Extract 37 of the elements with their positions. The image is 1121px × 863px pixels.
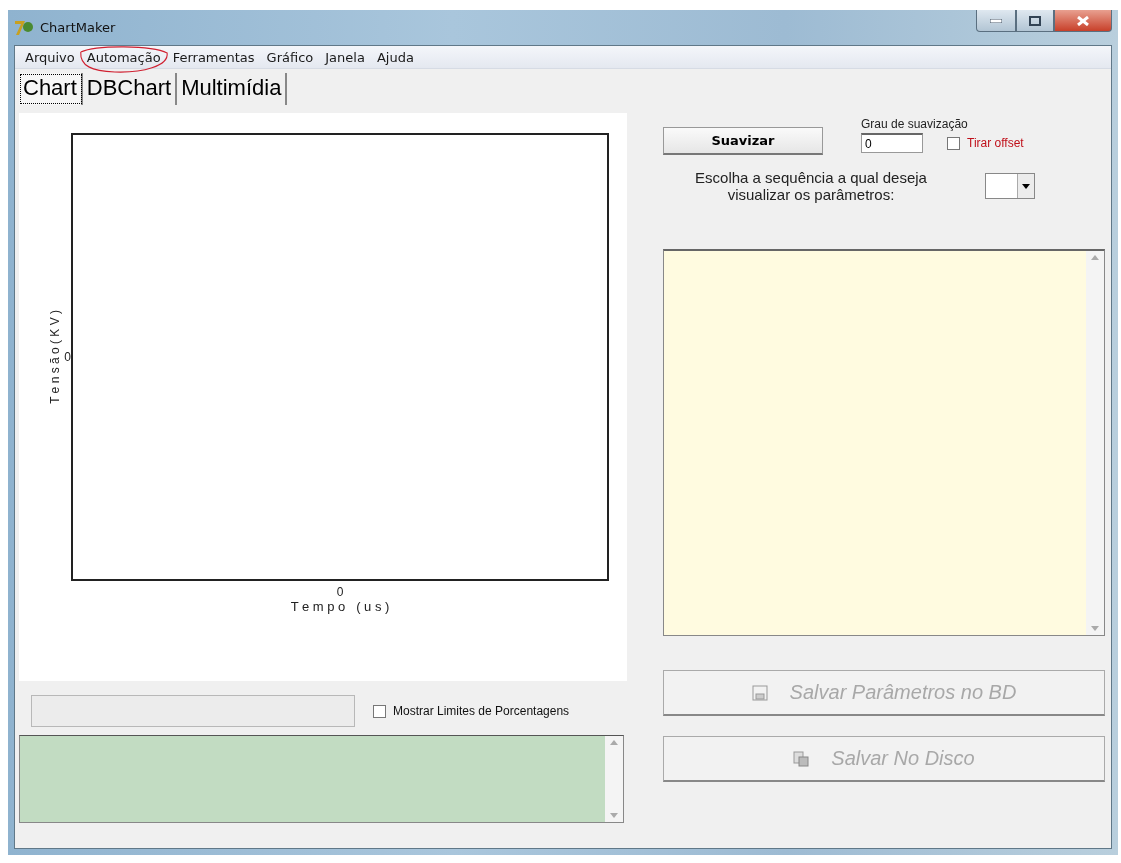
tab[interactable]: Chart bbox=[19, 73, 83, 105]
axis-title: T e n s ã o ( K V ) bbox=[48, 310, 63, 404]
percent-limits-checkbox[interactable]: Mostrar Limites de Porcentagens bbox=[373, 704, 570, 718]
tab[interactable]: Multimídia bbox=[177, 73, 288, 105]
offset-checkbox[interactable]: Tirar offset bbox=[947, 136, 1024, 150]
axis-tick-label: 0 bbox=[64, 350, 71, 364]
scrollbar[interactable] bbox=[605, 736, 623, 822]
scroll-down-icon[interactable] bbox=[1091, 626, 1099, 631]
axis-title: T e m p o ( u s ) bbox=[290, 599, 390, 614]
dropdown-arrow-icon bbox=[1022, 183, 1030, 189]
scroll-up-icon[interactable] bbox=[610, 740, 618, 745]
log-text-area[interactable] bbox=[19, 735, 624, 823]
menu-item[interactable]: Ferramentas bbox=[166, 47, 261, 67]
menu-item[interactable]: Janela bbox=[319, 47, 371, 67]
tab[interactable]: DBChart bbox=[82, 73, 178, 105]
sequence-dropdown[interactable] bbox=[985, 173, 1035, 199]
scrollbar[interactable] bbox=[1086, 251, 1104, 635]
axis-tick-label: 0 bbox=[336, 585, 344, 599]
minimize-button[interactable] bbox=[976, 10, 1016, 32]
window-title: ChartMaker bbox=[40, 20, 116, 35]
close-button[interactable] bbox=[1054, 10, 1112, 32]
scroll-down-icon[interactable] bbox=[610, 813, 618, 818]
parameters-text-area[interactable] bbox=[663, 249, 1105, 636]
smooth-button[interactable]: Suavizar bbox=[663, 127, 823, 155]
menu-item[interactable]: Gráfico bbox=[260, 47, 320, 67]
maximize-button[interactable] bbox=[1016, 10, 1054, 32]
field-label: Grau de suavização bbox=[861, 117, 969, 131]
app-logo-icon bbox=[14, 18, 34, 37]
scroll-up-icon[interactable] bbox=[1091, 255, 1099, 260]
sequence-label: Escolha a sequência a qual deseja visualizar os parâmetros: bbox=[694, 169, 928, 203]
document-icon bbox=[793, 750, 810, 767]
close-icon bbox=[1077, 15, 1089, 26]
smooth-degree-field[interactable]: 0 bbox=[861, 133, 923, 153]
menu-item[interactable]: Ajuda bbox=[370, 47, 420, 67]
minimize-icon bbox=[990, 18, 1002, 23]
maximize-icon bbox=[1029, 15, 1041, 26]
menu-item[interactable]: Arquivo bbox=[19, 47, 81, 67]
